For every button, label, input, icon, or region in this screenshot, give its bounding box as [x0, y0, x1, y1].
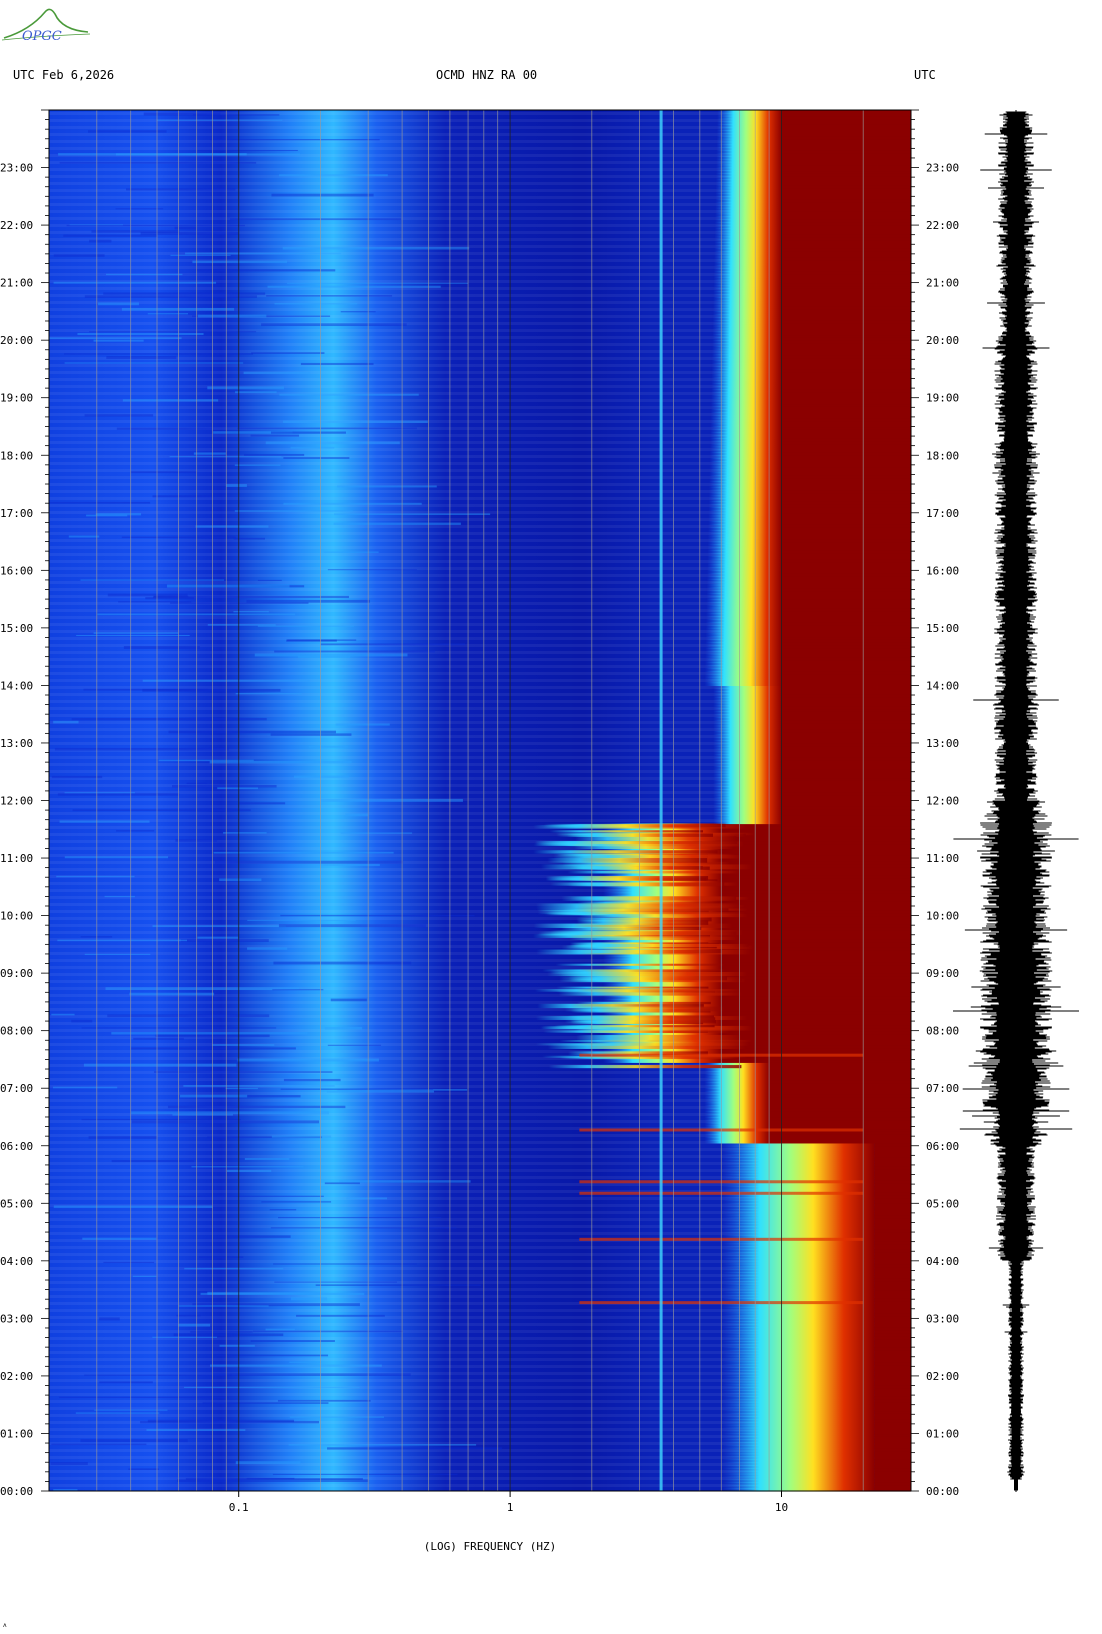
- footer-mark: ʌ: [3, 1622, 7, 1629]
- waveform-trace: [953, 110, 1079, 1492]
